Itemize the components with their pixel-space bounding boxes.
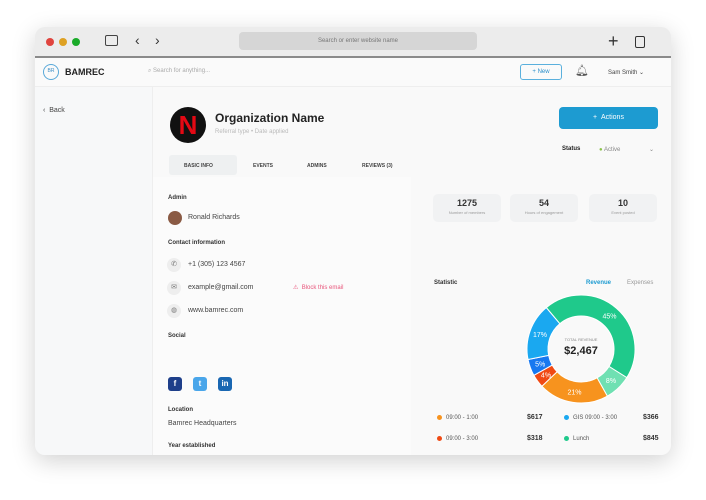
back-link[interactable]: ‹ Back — [43, 107, 65, 114]
admin-label: Admin — [168, 195, 187, 201]
stat-label: Number of members — [448, 210, 486, 215]
twitter-icon[interactable]: t — [193, 377, 207, 391]
address-bar[interactable]: Search or enter website name — [239, 32, 477, 50]
legend-amount: $318 — [527, 435, 543, 442]
legend-amount: $617 — [527, 414, 543, 421]
user-menu[interactable]: Sam Smith ⌄ — [608, 69, 644, 76]
admin-name[interactable]: Ronald Richards — [188, 214, 240, 221]
location: Bamrec Headquarters — [168, 420, 237, 427]
stat-hours: 54 Hours of engagement — [510, 194, 578, 222]
facebook-icon[interactable]: f — [168, 377, 182, 391]
slice-label: 8% — [606, 378, 616, 385]
new-button[interactable]: + New — [520, 64, 562, 80]
tab-expenses[interactable]: Expenses — [627, 280, 653, 286]
stat-value: 1275 — [456, 198, 478, 208]
block-email-link[interactable]: ⚠ Block this email — [293, 284, 343, 291]
slice-label: 21% — [567, 390, 581, 397]
legend-item: GIS 09:00 - 3:00 — [564, 415, 617, 421]
actions-label: Actions — [601, 114, 624, 121]
search-placeholder: Search for anything... — [153, 68, 211, 74]
slice-label: 4% — [541, 372, 551, 379]
browser-window: ‹ › Search or enter website name + BR BA… — [35, 27, 671, 455]
slice-label: 5% — [535, 362, 545, 369]
user-name: Sam Smith — [608, 70, 638, 76]
legend-amount: $366 — [643, 414, 659, 421]
sidebar-toggle-icon[interactable] — [105, 35, 118, 46]
close-dot[interactable] — [46, 38, 54, 46]
forward-icon[interactable]: › — [155, 33, 160, 47]
status-label: Status — [562, 146, 581, 152]
social-label: Social — [168, 333, 186, 339]
legend-dot — [437, 415, 442, 420]
stat-members: 1275 Number of members — [433, 194, 501, 222]
stat-value: 54 — [538, 198, 549, 208]
slice-label: 17% — [533, 332, 547, 339]
statistic-title: Statistic — [434, 280, 458, 286]
logo-text: BAMREC — [65, 67, 105, 77]
globe-icon: ◍ — [167, 304, 181, 318]
sidebar: ‹ Back — [35, 87, 153, 455]
stat-value: 10 — [617, 198, 628, 208]
new-tab-icon[interactable]: + — [608, 32, 619, 50]
legend-item: 09:00 - 1:00 — [437, 415, 478, 421]
browser-toolbar: ‹ › Search or enter website name + — [35, 27, 671, 58]
admin-avatar — [168, 211, 182, 225]
org-subtitle: Referral type • Date applied — [215, 129, 289, 135]
legend-item: 09:00 - 3:00 — [437, 436, 478, 442]
stat-label: Event posted — [611, 210, 635, 215]
mail-icon: ✉ — [167, 281, 181, 295]
tabs-overview-icon[interactable] — [635, 36, 645, 48]
linkedin-icon[interactable]: in — [218, 377, 232, 391]
legend-dot — [564, 436, 569, 441]
back-icon[interactable]: ‹ — [135, 33, 140, 47]
phone: +1 (305) 123 4567 — [188, 261, 246, 268]
actions-button[interactable]: + Actions — [559, 107, 658, 129]
stat-events: 10 Event posted — [589, 194, 657, 222]
total-revenue-value: $2,467 — [564, 345, 598, 357]
org-logo: N — [170, 107, 206, 143]
legend-dot — [437, 436, 442, 441]
legend-item: Lunch — [564, 436, 589, 442]
stat-label: Hours of engagement — [524, 210, 564, 215]
slice-label: 45% — [603, 314, 617, 321]
phone-icon: ✆ — [167, 258, 181, 272]
block-email-label: Block this email — [301, 285, 344, 291]
legend-amount: $845 — [643, 435, 659, 442]
minimize-dot[interactable] — [59, 38, 67, 46]
search-input[interactable]: ⌕ Search for anything... — [148, 68, 210, 75]
tab-reviews[interactable]: REVIEWS (3) — [362, 163, 393, 169]
bell-icon[interactable]: 🔔︎ — [575, 64, 589, 77]
tab-basic-info[interactable]: BASIC INFO — [184, 163, 213, 169]
back-label: Back — [49, 107, 65, 114]
legend-dot — [564, 415, 569, 420]
tab-admins[interactable]: ADMINS — [307, 163, 327, 169]
website[interactable]: www.bamrec.com — [188, 307, 243, 314]
logo-icon: BR — [43, 64, 59, 80]
email[interactable]: example@gmail.com — [188, 284, 253, 291]
tab-events[interactable]: EVENTS — [253, 163, 273, 169]
app-header: BR BAMREC ⌕ Search for anything... + New… — [35, 58, 671, 87]
status-dropdown[interactable]: ● Active ⌄ — [599, 143, 658, 158]
year-label: Year established — [168, 443, 216, 449]
total-revenue-label: TOTAL REVENUE — [564, 337, 598, 342]
main-content: N Organization Name Referral type • Date… — [153, 87, 671, 455]
tab-revenue[interactable]: Revenue — [586, 280, 611, 286]
location-label: Location — [168, 407, 193, 413]
status-value: Active — [603, 147, 621, 153]
contact-label: Contact information — [168, 240, 225, 246]
maximize-dot[interactable] — [72, 38, 80, 46]
org-name: Organization Name — [215, 111, 325, 125]
